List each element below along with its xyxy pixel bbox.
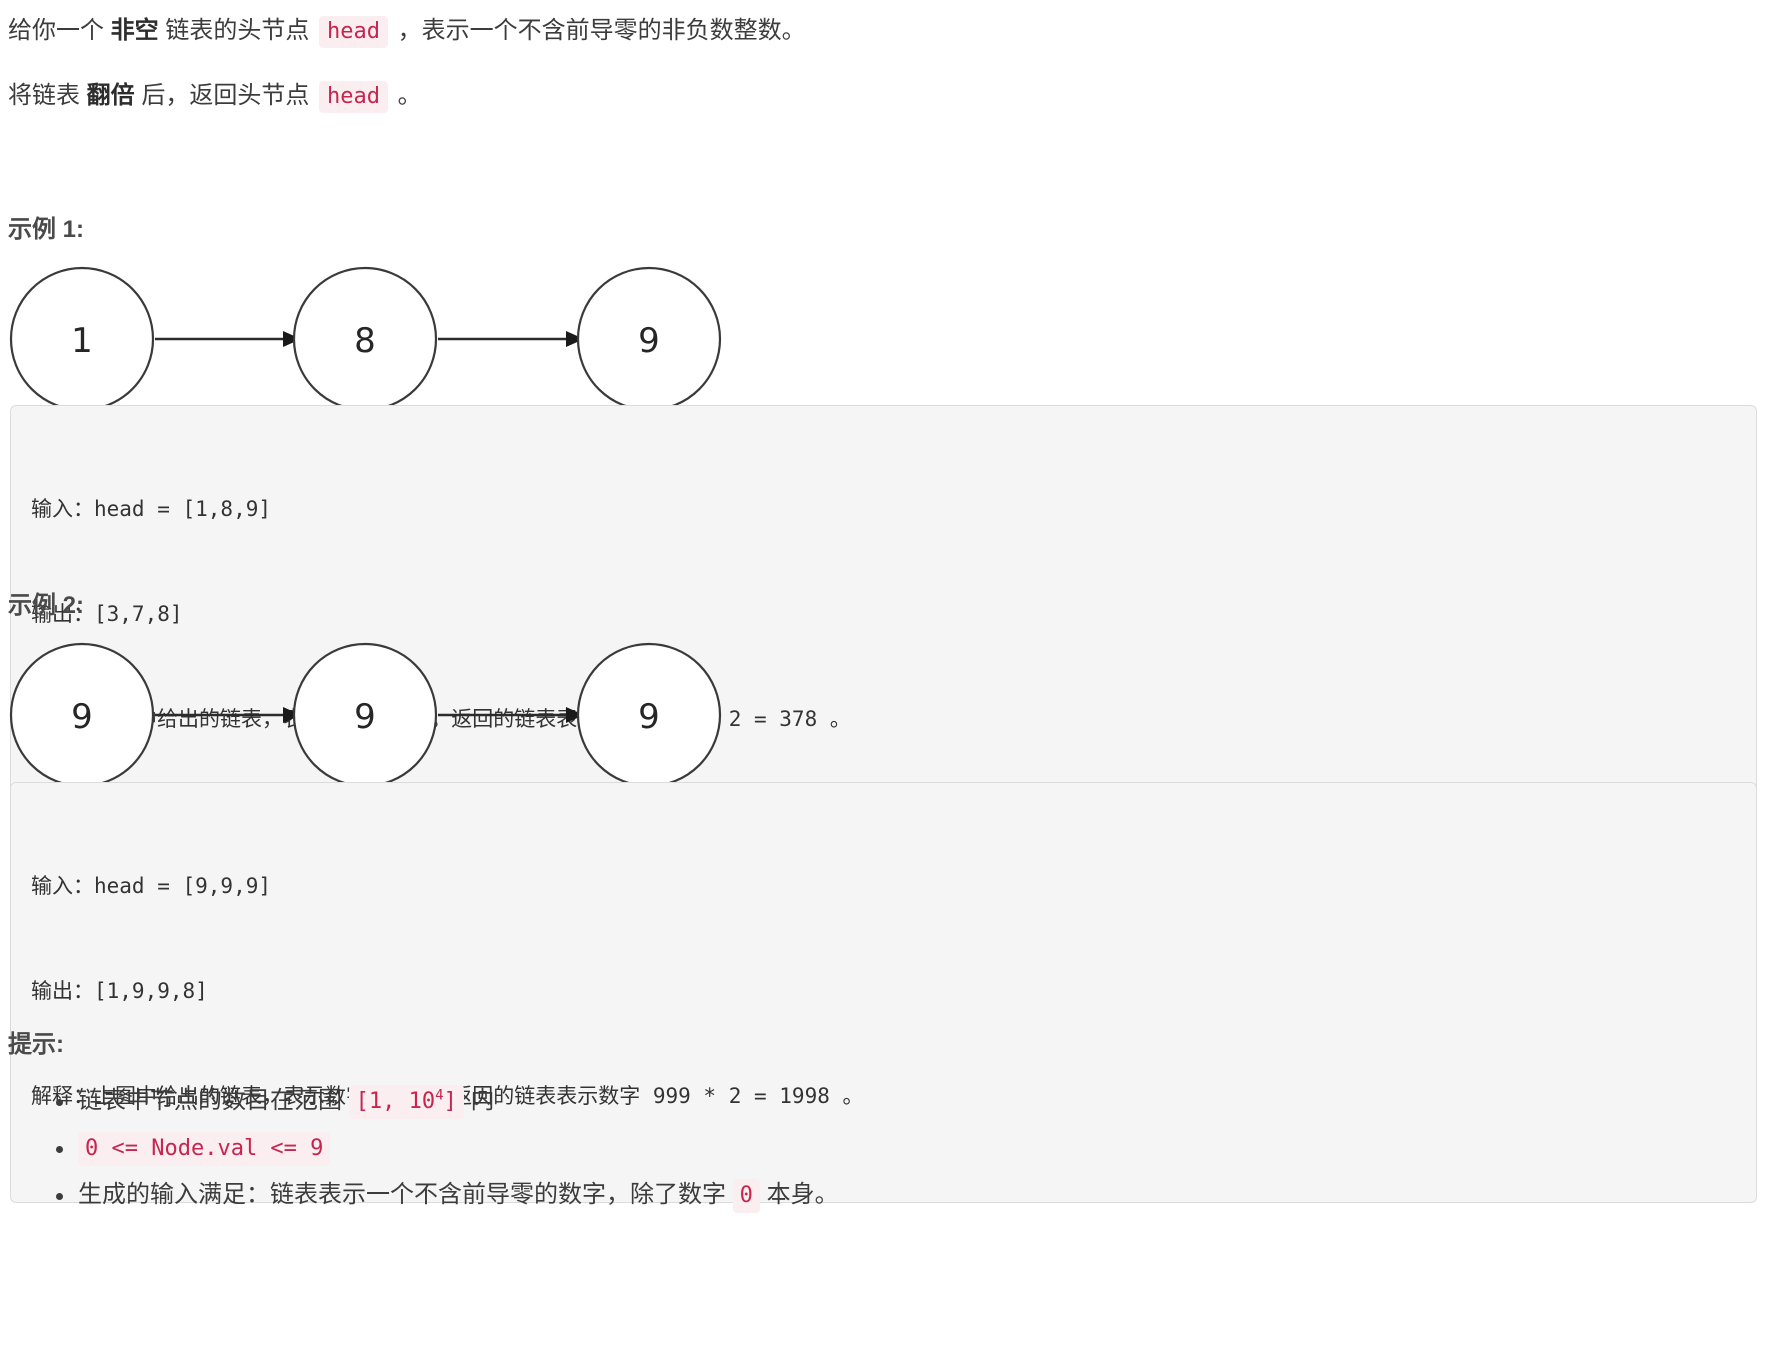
paragraph-2-bold: 翻倍 <box>86 82 135 109</box>
constraint-1-code-exponent: 4 <box>435 1087 444 1104</box>
list-item: 链表中节点的数目在范围 [1, 104] 内 <box>56 1078 839 1125</box>
paragraph-2-mid: 后，返回头节点 <box>134 82 317 109</box>
example-1-input-value: head = [1,8,9] <box>94 497 272 521</box>
constraint-2-code: 0 <= Node.val <= 9 <box>78 1132 331 1166</box>
example-1-input-label: 输入： <box>31 497 94 521</box>
linked-list-diagram-example-2: 9 9 9 <box>9 642 722 788</box>
arrow-2 <box>438 331 584 347</box>
example-1-input-line: 输入：head = [1,8,9] <box>31 492 1736 527</box>
arrow-1 <box>155 331 301 347</box>
paragraph-2-lead: 将链表 <box>8 82 87 109</box>
list-item: 生成的输入满足：链表表示一个不含前导零的数字，除了数字 0 本身。 <box>56 1172 839 1219</box>
example-2-output-line: 输出：[1,9,9,8] <box>31 974 1736 1009</box>
list-node-1: 1 <box>9 266 155 412</box>
constraints-list: 链表中节点的数目在范围 [1, 104] 内 0 <= Node.val <= … <box>48 1078 839 1219</box>
constraint-2-code-base: 0 <= Node.val <= 9 <box>85 1136 324 1161</box>
inline-code-head-1: head <box>319 16 388 48</box>
list-node-2-value: 9 <box>354 697 376 737</box>
example-2-output-label: 输出： <box>31 979 94 1003</box>
list-node-3-value: 9 <box>638 697 660 737</box>
problem-description-page: 给你一个 非空 链表的头节点 head ，表示一个不含前导零的非负数整数。 将链… <box>0 0 1766 1370</box>
constraint-3-code-base: 0 <box>739 1183 753 1208</box>
paragraph-1-tail: ，表示一个不含前导零的非负数整数。 <box>391 17 806 44</box>
constraint-1-code: [1, 104] <box>348 1085 464 1119</box>
inline-code-head-2: head <box>319 81 388 113</box>
constraint-1-code-rest: ] <box>443 1089 457 1114</box>
list-node-1-value: 9 <box>71 697 93 737</box>
example-1-output-line: 输出：[3,7,8] <box>31 597 1736 632</box>
example-2-heading: 示例 2: <box>8 592 85 619</box>
problem-paragraph-2: 将链表 翻倍 后，返回头节点 head 。 <box>8 79 422 114</box>
paragraph-1-bold: 非空 <box>110 17 159 44</box>
list-node-3: 9 <box>576 266 722 412</box>
constraint-1-tail: 内 <box>463 1087 495 1114</box>
list-node-3: 9 <box>576 642 722 788</box>
example-1-heading: 示例 1: <box>8 216 85 243</box>
example-2-input-label: 输入： <box>31 874 94 898</box>
paragraph-1-lead: 给你一个 <box>8 17 111 44</box>
problem-paragraph-1: 给你一个 非空 链表的头节点 head ，表示一个不含前导零的非负数整数。 <box>8 14 806 49</box>
constraint-3-code: 0 <box>732 1179 760 1213</box>
example-2-input-value: head = [9,9,9] <box>94 874 272 898</box>
arrow-2 <box>438 707 584 723</box>
linked-list-diagram-example-1: 1 8 9 <box>9 266 722 412</box>
list-node-2: 9 <box>292 642 438 788</box>
constraint-3-lead: 生成的输入满足：链表表示一个不含前导零的数字，除了数字 <box>78 1181 733 1208</box>
constraint-3-tail: 本身。 <box>759 1181 839 1208</box>
example-2-output-value: [1,9,9,8] <box>94 979 208 1003</box>
arrow-1 <box>155 707 301 723</box>
paragraph-2-tail: 。 <box>391 82 422 109</box>
paragraph-1-mid: 链表的头节点 <box>158 17 317 44</box>
list-node-2: 8 <box>292 266 438 412</box>
constraint-1-lead: 链表中节点的数目在范围 <box>78 1087 349 1114</box>
list-node-2-value: 8 <box>354 321 376 361</box>
list-item: 0 <= Node.val <= 9 <box>56 1125 839 1172</box>
constraint-1-code-base: [1, 10 <box>355 1089 436 1114</box>
example-1-output-value: [3,7,8] <box>94 602 183 626</box>
list-node-3-value: 9 <box>638 321 660 361</box>
example-2-input-line: 输入：head = [9,9,9] <box>31 869 1736 904</box>
list-node-1-value: 1 <box>71 321 93 361</box>
constraints-heading: 提示: <box>8 1031 64 1058</box>
list-node-1: 9 <box>9 642 155 788</box>
